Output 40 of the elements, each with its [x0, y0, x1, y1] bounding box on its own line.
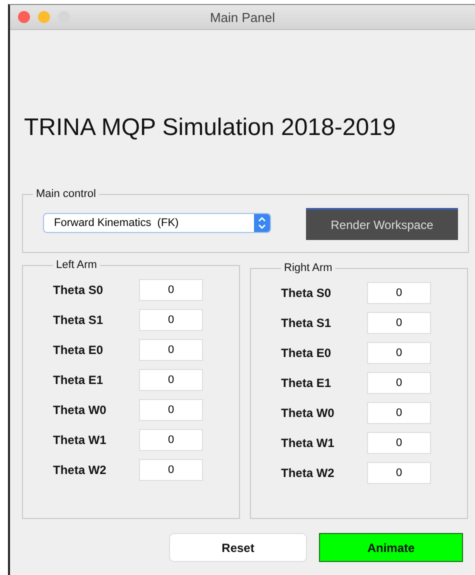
joint-label: Theta E0: [53, 343, 104, 357]
joint-label: Theta W0: [281, 406, 336, 420]
angle-field[interactable]: 0: [367, 282, 431, 304]
angle-field[interactable]: 0: [139, 399, 203, 421]
angle-field[interactable]: 0: [139, 369, 203, 391]
stepper-icon: [254, 214, 270, 232]
reset-button[interactable]: Reset: [169, 533, 307, 562]
angle-field[interactable]: 0: [139, 339, 203, 361]
joint-label: Theta W1: [281, 436, 336, 450]
app-heading: TRINA MQP Simulation 2018-2019: [24, 114, 396, 142]
mode-select[interactable]: Forward Kinematics (FK): [43, 213, 271, 233]
joint-label: Theta W2: [53, 463, 108, 477]
joint-label: Theta S1: [281, 316, 332, 330]
joint-label: Theta S1: [53, 313, 104, 327]
angle-field[interactable]: 0: [367, 462, 431, 484]
joint-label: Theta W2: [281, 466, 336, 480]
joint-label: Theta E0: [281, 346, 332, 360]
group-legend: Left Arm: [53, 259, 100, 271]
joint-label: Theta W1: [53, 433, 108, 447]
angle-field[interactable]: 0: [367, 402, 431, 424]
joint-label: Theta E1: [53, 373, 104, 387]
group-legend: Right Arm: [281, 262, 336, 274]
window-title: Main Panel: [210, 10, 276, 24]
angle-field[interactable]: 0: [367, 342, 431, 364]
angle-field[interactable]: 0: [367, 312, 431, 334]
joint-label: Theta W0: [53, 403, 108, 417]
render-workspace-button[interactable]: Render Workspace: [306, 208, 458, 240]
angle-field[interactable]: 0: [139, 429, 203, 451]
close-icon[interactable]: [18, 11, 30, 23]
joint-label: Theta E1: [281, 376, 332, 390]
minimize-icon[interactable]: [38, 11, 50, 23]
angle-field[interactable]: 0: [139, 279, 203, 301]
joint-label: Theta S0: [53, 283, 104, 297]
group-legend: Main control: [33, 188, 99, 200]
angle-field[interactable]: 0: [367, 372, 431, 394]
angle-field[interactable]: 0: [139, 309, 203, 331]
angle-field[interactable]: 0: [367, 432, 431, 454]
animate-button[interactable]: Animate: [319, 533, 463, 562]
angle-field[interactable]: 0: [139, 459, 203, 481]
joint-label: Theta S0: [281, 286, 332, 300]
